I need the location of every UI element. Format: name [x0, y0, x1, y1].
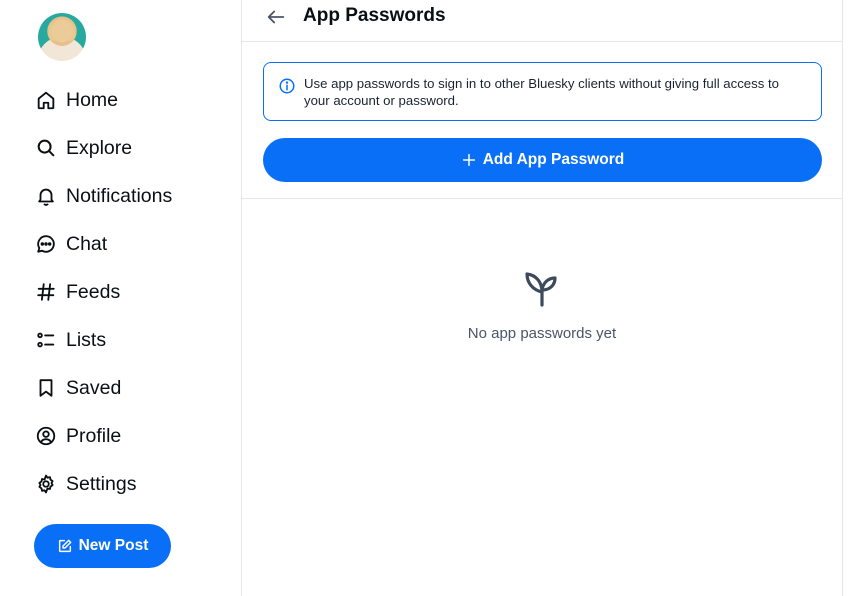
nav-label-home: Home [66, 88, 119, 111]
new-post-label: New Post [78, 537, 149, 554]
avatar-hair [49, 19, 75, 41]
nav-label-explore: Explore [66, 136, 133, 159]
empty-state-text: No app passwords yet [467, 325, 617, 342]
plus-icon [462, 153, 475, 167]
empty-state: No app passwords yet [242, 268, 842, 342]
section-divider [242, 198, 842, 199]
nav-item-profile[interactable]: Profile [34, 412, 234, 460]
nav-item-saved[interactable]: Saved [34, 364, 234, 412]
nav-label-notifications: Notifications [66, 184, 173, 207]
bell-icon [34, 184, 58, 208]
nav-label-settings: Settings [66, 472, 137, 495]
main-nav: Home Explore Notifications Chat Feeds Li… [34, 76, 234, 508]
home-icon [34, 88, 58, 112]
add-app-password-button[interactable]: Add App Password [263, 138, 822, 182]
nav-label-saved: Saved [66, 376, 122, 399]
add-app-password-label: Add App Password [482, 151, 625, 168]
hashtag-icon [34, 280, 58, 304]
info-text: Use app passwords to sign in to other Bl… [304, 76, 779, 108]
sprout-icon [525, 272, 557, 307]
info-notice: Use app passwords to sign in to other Bl… [263, 62, 822, 121]
page-title: App Passwords [303, 5, 446, 26]
user-circle-icon [34, 424, 58, 448]
nav-label-profile: Profile [66, 424, 122, 447]
nav-label-chat: Chat [66, 232, 108, 255]
main-column: App Passwords Use app passwords to sign … [241, 0, 843, 596]
nav-item-chat[interactable]: Chat [34, 220, 234, 268]
back-button[interactable] [262, 5, 290, 29]
arrow-left-icon [267, 10, 285, 24]
chat-bubble-icon [34, 232, 58, 256]
new-post-button[interactable]: New Post [34, 524, 171, 568]
page-header: App Passwords [242, 0, 842, 42]
bookmark-icon [34, 376, 58, 400]
nav-item-settings[interactable]: Settings [34, 460, 234, 508]
nav-label-feeds: Feeds [66, 280, 121, 303]
compose-icon [58, 539, 72, 553]
search-icon [34, 136, 58, 160]
nav-item-explore[interactable]: Explore [34, 124, 234, 172]
left-sidebar: Home Explore Notifications Chat Feeds Li… [0, 0, 241, 596]
nav-item-lists[interactable]: Lists [34, 316, 234, 364]
nav-label-lists: Lists [66, 328, 107, 351]
list-icon [34, 328, 58, 352]
info-icon [279, 78, 295, 94]
nav-item-feeds[interactable]: Feeds [34, 268, 234, 316]
nav-item-notifications[interactable]: Notifications [34, 172, 234, 220]
nav-item-home[interactable]: Home [34, 76, 234, 124]
avatar[interactable] [38, 13, 86, 61]
gear-icon [34, 472, 58, 496]
